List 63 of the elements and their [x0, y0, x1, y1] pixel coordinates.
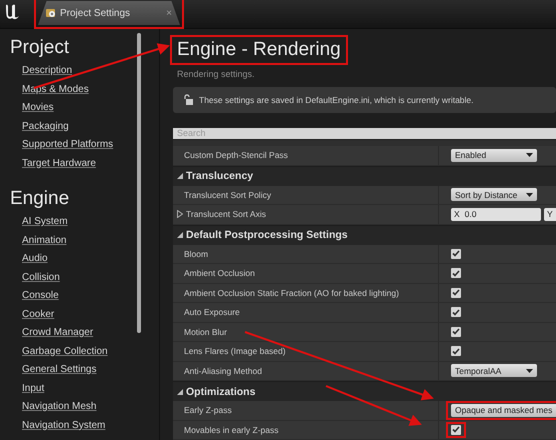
checkbox[interactable]	[451, 424, 461, 435]
dropdown[interactable]: Sort by Distance	[451, 188, 537, 202]
setting-label: Translucent Sort Axis	[186, 209, 266, 220]
section-header[interactable]: Translucency	[173, 166, 556, 186]
number-field[interactable]: X 0.0	[451, 208, 541, 221]
caret-icon	[526, 192, 533, 197]
setting-label: Motion Blur	[184, 326, 227, 337]
sidebar-link[interactable]: Console	[10, 290, 59, 302]
setting-label: Lens Flares (Image based)	[184, 346, 286, 356]
sidebar-link[interactable]: Supported Platforms	[10, 139, 114, 151]
sidebar-link[interactable]: Collision	[10, 272, 60, 284]
sidebar-link[interactable]: Audio	[10, 253, 48, 265]
number-field[interactable]: Y	[544, 208, 556, 221]
setting-label: Translucent Sort Policy	[184, 190, 272, 200]
project-settings-tab[interactable]: Project Settings ×	[38, 1, 180, 25]
collapsed-triangle-icon[interactable]	[177, 210, 183, 218]
section-header[interactable]: Default Postprocessing Settings	[173, 224, 556, 244]
sidebar-link[interactable]: Movies	[10, 102, 54, 114]
setting-label: Ambient Occlusion Static Fraction (AO for baked lighting)	[184, 288, 399, 298]
setting-label: Movables in early Z-pass	[184, 424, 278, 435]
tab-title: Project Settings	[60, 8, 132, 18]
checkbox[interactable]	[451, 346, 461, 356]
setting-label: Bloom	[184, 248, 208, 259]
notice-text: These settings are saved in DefaultEngine.ini, which is currently writable.	[199, 94, 474, 105]
setting-label: Anti-Aliasing Method	[184, 366, 262, 376]
sidebar-link[interactable]: Description	[10, 65, 72, 77]
sidebar-link[interactable]: Input	[10, 382, 44, 394]
sidebar-link[interactable]: Garbage Collection	[10, 346, 108, 358]
sidebar-link[interactable]: Navigation Mesh	[10, 401, 96, 413]
unlocked-padlock-icon	[183, 94, 193, 106]
sidebar-link[interactable]: Target Hardware	[10, 158, 96, 170]
search-field[interactable]: Search	[173, 128, 556, 139]
sidebar-link[interactable]: AI System	[10, 216, 68, 228]
setting-label: Ambient Occlusion	[184, 268, 255, 278]
page-subtitle: Rendering settings.	[177, 69, 256, 79]
sidebar-heading: Engine	[10, 188, 70, 210]
scrollbar-thumb[interactable]	[137, 33, 141, 333]
sidebar-heading: Project	[10, 37, 70, 59]
dropdown[interactable]: Enabled	[451, 148, 537, 162]
dropdown[interactable]: TemporalAA	[451, 364, 537, 378]
setting-label: Custom Depth-Stencil Pass	[184, 150, 288, 160]
caret-icon	[526, 153, 533, 158]
setting-label: Auto Exposure	[184, 307, 240, 318]
sidebar-link[interactable]: Animation	[10, 234, 66, 246]
expanded-triangle-icon[interactable]	[177, 232, 183, 238]
checkbox[interactable]	[451, 268, 461, 278]
sidebar-link[interactable]: Cooker	[10, 308, 54, 320]
checkbox[interactable]	[451, 288, 461, 298]
expanded-triangle-icon[interactable]	[177, 388, 183, 394]
sidebar-link[interactable]: Navigation System	[10, 420, 106, 432]
sidebar-link[interactable]: Crowd Manager	[10, 327, 94, 339]
page-title: Engine - Rendering	[170, 35, 348, 65]
checkbox[interactable]	[451, 326, 461, 337]
dropdown[interactable]: Opaque and masked mes	[451, 404, 556, 417]
sidebar-link[interactable]: General Settings	[10, 364, 96, 376]
sidebar-link[interactable]: Packaging	[10, 120, 69, 132]
caret-icon	[526, 368, 533, 373]
checkbox[interactable]	[451, 307, 461, 318]
setting-label: Early Z-pass	[184, 405, 232, 416]
expanded-triangle-icon[interactable]	[177, 173, 183, 179]
section-header[interactable]: Optimizations	[173, 381, 556, 401]
checkbox[interactable]	[451, 248, 461, 259]
logo-icon	[4, 3, 20, 21]
